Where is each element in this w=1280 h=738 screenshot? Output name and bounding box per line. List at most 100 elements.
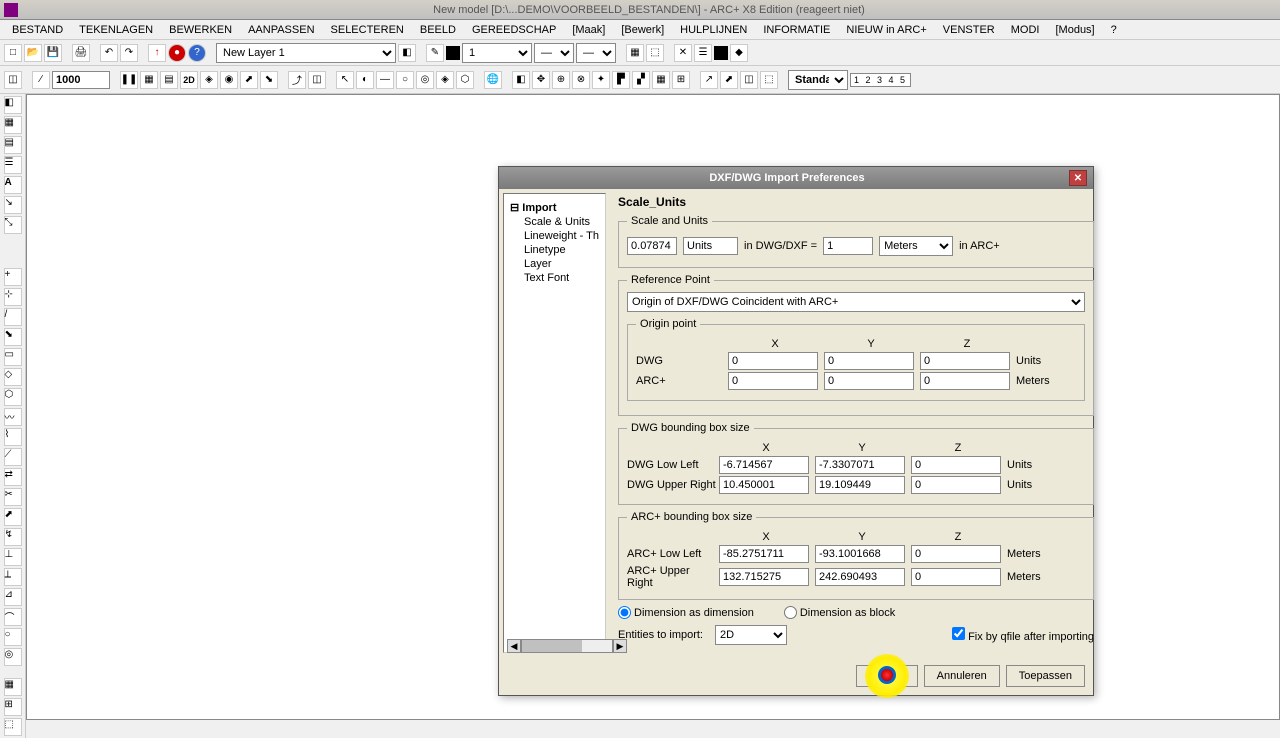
pause-icon[interactable]: ❚❚ bbox=[120, 71, 138, 89]
text-icon[interactable]: A bbox=[4, 176, 22, 194]
tool-b-icon[interactable]: ⬚ bbox=[646, 44, 664, 62]
apply-button[interactable]: Toepassen bbox=[1006, 665, 1085, 687]
grid2-icon[interactable]: ▤ bbox=[160, 71, 178, 89]
menu-aanpassen[interactable]: AANPASSEN bbox=[240, 22, 322, 38]
scroll-right-icon[interactable]: ▶ bbox=[613, 639, 627, 653]
tree-textfont[interactable]: Text Font bbox=[510, 271, 599, 285]
dwg-ll-z[interactable] bbox=[911, 456, 1001, 474]
t2-j-icon[interactable]: — bbox=[376, 71, 394, 89]
tree-root-import[interactable]: Import bbox=[510, 200, 599, 215]
ok-button[interactable] bbox=[856, 665, 918, 687]
up-arrow-icon[interactable]: ↑ bbox=[148, 44, 166, 62]
digits-display[interactable]: 1 2 3 4 5 bbox=[850, 73, 911, 87]
dwg-z-input[interactable] bbox=[920, 352, 1010, 370]
tree-scale-units[interactable]: Scale & Units bbox=[510, 215, 599, 229]
lt-x-icon[interactable]: ⬚ bbox=[4, 718, 22, 736]
color-select[interactable]: 1 bbox=[462, 43, 532, 63]
lt-g-icon[interactable]: ⊹ bbox=[4, 288, 22, 306]
lineweight-select[interactable]: — bbox=[534, 43, 574, 63]
lt-e-icon[interactable]: ↘ bbox=[4, 196, 22, 214]
close-icon[interactable]: ✕ bbox=[1069, 170, 1087, 186]
t2-r-icon[interactable]: ✦ bbox=[592, 71, 610, 89]
arc-ll-z[interactable] bbox=[911, 545, 1001, 563]
dwg-y-input[interactable] bbox=[824, 352, 914, 370]
2d-icon[interactable]: 2D bbox=[180, 71, 198, 89]
style-select[interactable]: Standard bbox=[788, 70, 848, 90]
lt-m-icon[interactable]: ⟋ bbox=[4, 448, 22, 466]
tool-c-icon[interactable]: ✕ bbox=[674, 44, 692, 62]
t2-x-icon[interactable]: ⬈ bbox=[720, 71, 738, 89]
arc-ur-y[interactable] bbox=[815, 568, 905, 586]
menu-informatie[interactable]: INFORMATIE bbox=[755, 22, 838, 38]
t2-c-icon[interactable]: ◈ bbox=[200, 71, 218, 89]
lt-i-icon[interactable]: ◇ bbox=[4, 368, 22, 386]
tool-a-icon[interactable]: ▦ bbox=[626, 44, 644, 62]
arc-x-input[interactable] bbox=[728, 372, 818, 390]
dialog-title-bar[interactable]: DXF/DWG Import Preferences ✕ bbox=[499, 167, 1093, 189]
menu-beeld[interactable]: BEELD bbox=[412, 22, 464, 38]
menu-bewerken[interactable]: BEWERKEN bbox=[161, 22, 240, 38]
help-icon[interactable]: ? bbox=[188, 44, 206, 62]
lt-c-icon[interactable]: ▤ bbox=[4, 136, 22, 154]
t2-q-icon[interactable]: ⊗ bbox=[572, 71, 590, 89]
save-icon[interactable]: 💾 bbox=[44, 44, 62, 62]
lt-b-icon[interactable]: ▦ bbox=[4, 116, 22, 134]
menu-modus[interactable]: [Modus] bbox=[1047, 22, 1102, 38]
move-icon[interactable]: ✥ bbox=[532, 71, 550, 89]
print-icon[interactable]: 🖨 bbox=[72, 44, 90, 62]
scale-input[interactable] bbox=[52, 71, 110, 89]
unit2-select[interactable]: Meters bbox=[879, 236, 953, 256]
menu-hulplijnen[interactable]: HULPLIJNEN bbox=[672, 22, 755, 38]
menu-help[interactable]: ? bbox=[1103, 22, 1125, 38]
dim-as-dim-radio[interactable]: Dimension as dimension bbox=[618, 606, 754, 619]
arc-ur-z[interactable] bbox=[911, 568, 1001, 586]
lt-h-icon[interactable]: ⬊ bbox=[4, 328, 22, 346]
unit1-input[interactable] bbox=[683, 237, 738, 255]
t2-w-icon[interactable]: ↗ bbox=[700, 71, 718, 89]
redo-icon[interactable]: ↷ bbox=[120, 44, 138, 62]
tree-lineweight[interactable]: Lineweight - Th bbox=[510, 229, 599, 243]
lt-t-icon[interactable]: ⊿ bbox=[4, 588, 22, 606]
t2-n-icon[interactable]: ⬡ bbox=[456, 71, 474, 89]
cancel-button[interactable]: Annuleren bbox=[924, 665, 1000, 687]
lt-v-icon[interactable]: ▦ bbox=[4, 678, 22, 696]
lt-j-icon[interactable]: ⬡ bbox=[4, 388, 22, 406]
lt-k-icon[interactable]: 〰 bbox=[4, 408, 22, 426]
lt-l-icon[interactable]: ⌇ bbox=[4, 428, 22, 446]
arc-y-input[interactable] bbox=[824, 372, 914, 390]
cursor-icon[interactable]: ↖ bbox=[336, 71, 354, 89]
t2-u-icon[interactable]: ▦ bbox=[652, 71, 670, 89]
menu-maak[interactable]: [Maak] bbox=[564, 22, 613, 38]
lt-w-icon[interactable]: ⊞ bbox=[4, 698, 22, 716]
plus-icon[interactable]: + bbox=[4, 268, 22, 286]
lt-n-icon[interactable]: ⇄ bbox=[4, 468, 22, 486]
lt-p-icon[interactable]: ⬈ bbox=[4, 508, 22, 526]
dwg-x-input[interactable] bbox=[728, 352, 818, 370]
menu-nieuw[interactable]: NIEUW in ARC+ bbox=[838, 22, 934, 38]
dim-as-block-radio[interactable]: Dimension as block bbox=[784, 606, 895, 619]
menu-bestand[interactable]: BESTAND bbox=[4, 22, 71, 38]
t2-p-icon[interactable]: ⊕ bbox=[552, 71, 570, 89]
tree-layer[interactable]: Layer bbox=[510, 257, 599, 271]
t2-b-icon[interactable]: ∕ bbox=[32, 71, 50, 89]
t2-g-icon[interactable]: ⤴ bbox=[288, 71, 306, 89]
tool-e-icon[interactable]: ◆ bbox=[730, 44, 748, 62]
menu-tekenlagen[interactable]: TEKENLAGEN bbox=[71, 22, 161, 38]
menu-bewerk[interactable]: [Bewerk] bbox=[613, 22, 672, 38]
reference-select[interactable]: Origin of DXF/DWG Coincident with ARC+ bbox=[627, 292, 1085, 312]
layer-select[interactable]: New Layer 1 bbox=[216, 43, 396, 63]
color-swatch[interactable] bbox=[446, 46, 460, 60]
scale-factor-input[interactable] bbox=[627, 237, 677, 255]
tree-linetype[interactable]: Linetype bbox=[510, 243, 599, 257]
line-icon[interactable]: / bbox=[4, 308, 22, 326]
menu-modi[interactable]: MODI bbox=[1003, 22, 1048, 38]
lt-r-icon[interactable]: ⊥ bbox=[4, 548, 22, 566]
arc-ll-x[interactable] bbox=[719, 545, 809, 563]
t2-a-icon[interactable]: ◫ bbox=[4, 71, 22, 89]
arc-z-input[interactable] bbox=[920, 372, 1010, 390]
t2-f-icon[interactable]: ⬊ bbox=[260, 71, 278, 89]
grid-icon[interactable]: ▦ bbox=[140, 71, 158, 89]
arc-ll-y[interactable] bbox=[815, 545, 905, 563]
t2-l-icon[interactable]: ◎ bbox=[416, 71, 434, 89]
t2-o-icon[interactable]: ◧ bbox=[512, 71, 530, 89]
